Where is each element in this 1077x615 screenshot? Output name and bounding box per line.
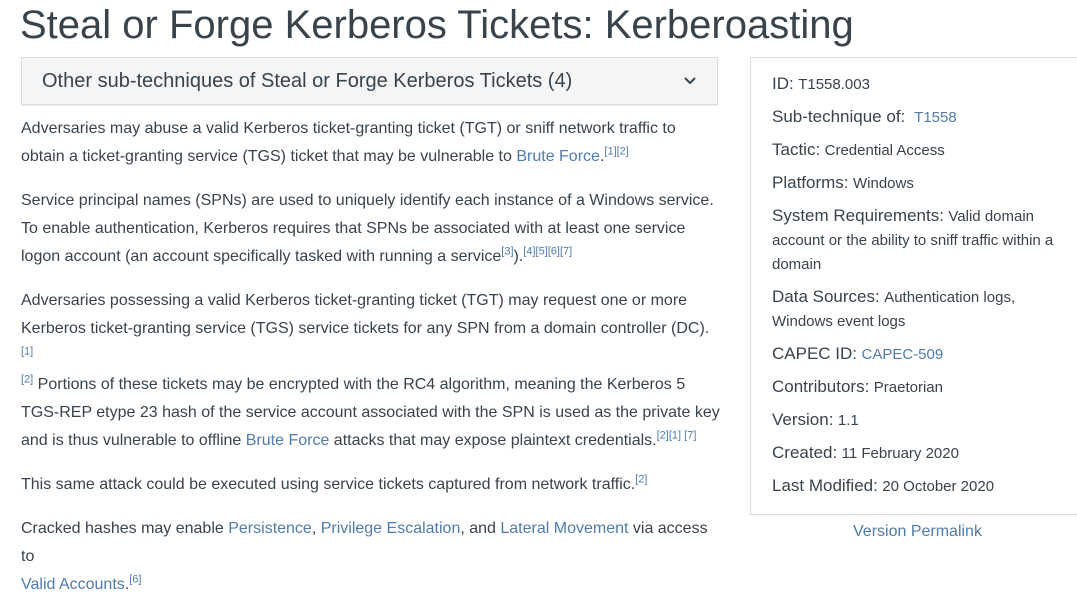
card-row-subtechnique-of: Sub-technique of: T1558	[772, 107, 957, 126]
card-row-platforms: Platforms: Windows	[772, 173, 914, 192]
link-brute-force[interactable]: Brute Force	[246, 432, 330, 449]
card-row-last-modified: Last Modified: 20 October 2020	[772, 476, 995, 495]
version-permalink-link[interactable]: Version Permalink	[853, 523, 982, 541]
citation[interactable]: [1]	[669, 430, 681, 442]
card-row-version: Version: 1.1	[772, 410, 859, 429]
card-row-data-sources: Data Sources: Authentication logs, Windo…	[772, 287, 1016, 330]
description-paragraph-1: Adversaries may abuse a valid Kerberos t…	[21, 120, 676, 165]
description-paragraph-2: Service principal names (SPNs) are used …	[21, 192, 714, 265]
description-paragraph-3: Adversaries possessing a valid Kerberos …	[21, 292, 720, 449]
citation[interactable]: [6]	[129, 574, 141, 586]
citation[interactable]: [1]	[21, 346, 33, 358]
card-row-capec-id: CAPEC ID: CAPEC-509	[772, 344, 944, 363]
citation[interactable]: [6]	[548, 246, 560, 258]
link-privilege-escalation[interactable]: Privilege Escalation	[321, 520, 461, 537]
subtechniques-label: Other sub-techniques of Steal or Forge K…	[42, 69, 573, 92]
card-row-contributors: Contributors: Praetorian	[772, 377, 943, 396]
subtechniques-dropdown[interactable]: Other sub-techniques of Steal or Forge K…	[21, 57, 718, 105]
link-brute-force[interactable]: Brute Force	[516, 148, 600, 165]
citation[interactable]: [2]	[635, 474, 647, 486]
card-row-system-requirements: System Requirements: Valid domain accoun…	[772, 206, 1054, 273]
citation[interactable]: [1]	[604, 146, 616, 158]
citation[interactable]: [5]	[536, 246, 548, 258]
technique-description: Adversaries may abuse a valid Kerberos t…	[21, 115, 721, 615]
citation[interactable]: [7]	[560, 246, 572, 258]
citation[interactable]: [4]	[523, 246, 535, 258]
link-parent-technique[interactable]: T1558	[914, 109, 957, 126]
card-row-tactic: Tactic: Credential Access	[772, 140, 945, 159]
description-paragraph-4: This same attack could be executed using…	[21, 473, 648, 493]
link-valid-accounts[interactable]: Valid Accounts	[21, 576, 125, 593]
citation[interactable]: [7]	[681, 430, 696, 442]
link-persistence[interactable]: Persistence	[228, 520, 312, 537]
page-title: Steal or Forge Kerberos Tickets: Kerbero…	[20, 3, 854, 47]
citation[interactable]: [3]	[501, 246, 513, 258]
citation[interactable]: [2]	[617, 146, 629, 158]
chevron-down-icon[interactable]	[683, 74, 697, 88]
card-row-created: Created: 11 February 2020	[772, 443, 959, 462]
citation[interactable]: [2]	[657, 430, 669, 442]
card-row-id: ID: T1558.003	[772, 74, 870, 93]
technique-info-card: ID: T1558.003 Sub-technique of: T1558 Ta…	[750, 57, 1077, 515]
description-paragraph-5: Cracked hashes may enable Persistence, P…	[21, 520, 708, 593]
citation[interactable]: [2]	[21, 374, 33, 386]
link-capec[interactable]: CAPEC-509	[861, 346, 943, 363]
link-lateral-movement[interactable]: Lateral Movement	[500, 520, 628, 537]
